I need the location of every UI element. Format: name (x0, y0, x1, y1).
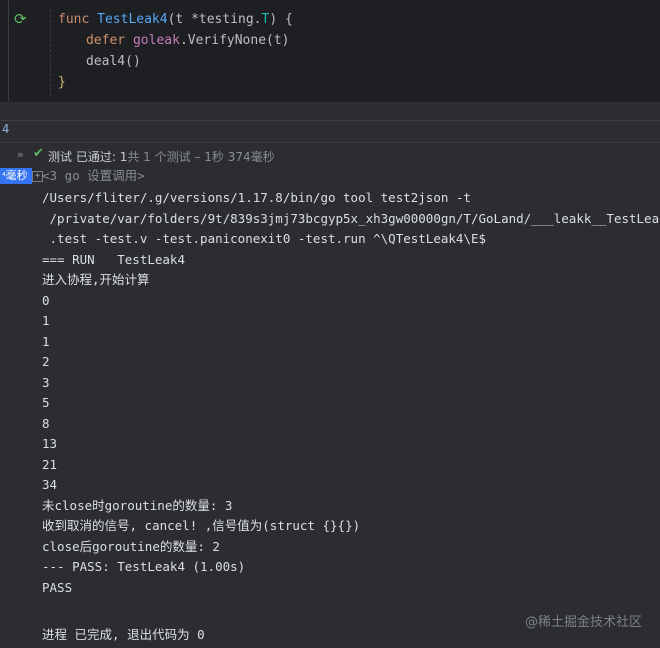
code-line-3: deal4() (86, 52, 141, 72)
console-line: PASS (42, 579, 73, 595)
console-line: --- PASS: TestLeak4 (1.00s) (42, 559, 246, 574)
keyword-func: func (58, 12, 90, 27)
keyword-defer: defer (86, 33, 126, 48)
editor-separator (0, 102, 660, 120)
indent-guide (50, 10, 51, 96)
call-text: deal4() (86, 54, 141, 69)
badge-text: 毫秒 (5, 169, 28, 182)
code-editor[interactable]: ⟳ func TestLeak4(t *testing.T) { defer g… (0, 0, 660, 102)
call-text: .VerifyNone(t) (179, 33, 290, 48)
console-line: 5 (42, 395, 50, 410)
tool-window-tab-number[interactable]: 4 (2, 122, 9, 136)
params-tail: ) { (269, 12, 293, 27)
console-line: 2 (42, 354, 50, 369)
console-line: close后goroutine的数量: 2 (42, 538, 220, 554)
status-result: 已通过: (75, 150, 116, 164)
closing-brace: } (58, 75, 66, 90)
console-header: <3 go 设置调用> (42, 168, 145, 183)
console-line: 进入协程,开始计算 (42, 272, 150, 287)
console-line: 8 (42, 415, 50, 431)
console-line: 0 (42, 292, 50, 308)
gutter-divider (8, 0, 9, 102)
test-status-bar: » ✔ 测试 已通过: 1共 1 个测试 – 1秒 374毫秒 (0, 142, 660, 168)
tool-window-header: 4 (0, 120, 660, 141)
watermark-text: @稀土掘金技术社区 (524, 615, 642, 630)
check-icon: ✔ (33, 146, 44, 161)
console-line: 收到取消的信号, cancel! ,信号值为(struct {}{}) (42, 518, 361, 533)
console-line: 21 (42, 456, 58, 472)
package-name: goleak (132, 33, 180, 48)
function-name: TestLeak4 (97, 12, 168, 27)
console-line: /private/var/folders/9t/839s3jmj73bcgyp5… (42, 210, 660, 226)
test-tree-panel[interactable] (0, 166, 32, 648)
console-line: .test -test.v -test.paniconexit0 -test.r… (42, 231, 487, 246)
console-line: 3 (42, 374, 50, 390)
code-line-2: defer goleak.VerifyNone(t) (86, 31, 290, 51)
code-line-4: } (58, 73, 66, 93)
status-label: 测试 (48, 150, 73, 164)
console-line: /Users/fliter/.g/versions/1.17.8/bin/go … (42, 190, 471, 205)
params-text: (t *testing. (167, 12, 262, 27)
console-line: 1 (42, 333, 50, 349)
code-line-1: func TestLeak4(t *testing.T) { (58, 10, 293, 30)
console-line: 未close时goroutine的数量: 3 (42, 497, 233, 513)
expand-chevron-icon[interactable]: » (17, 148, 24, 161)
status-detail: 共 1 个测试 – 1秒 374毫秒 (127, 150, 275, 164)
test-time-badge[interactable]: ⁴毫秒 (0, 168, 32, 184)
console-output[interactable]: + <3 go 设置调用> /Users/fliter/.g/versions/… (32, 166, 660, 648)
status-text: 测试 已通过: 1共 1 个测试 – 1秒 374毫秒 (48, 148, 275, 165)
console-line: === RUN TestLeak4 (42, 251, 185, 267)
console-line: 1 (42, 313, 50, 328)
console-line: 13 (42, 436, 58, 451)
console-line: 34 (42, 477, 58, 492)
run-test-icon[interactable]: ⟳ (14, 10, 32, 28)
console-line: 进程 已完成, 退出代码为 0 (42, 626, 205, 642)
